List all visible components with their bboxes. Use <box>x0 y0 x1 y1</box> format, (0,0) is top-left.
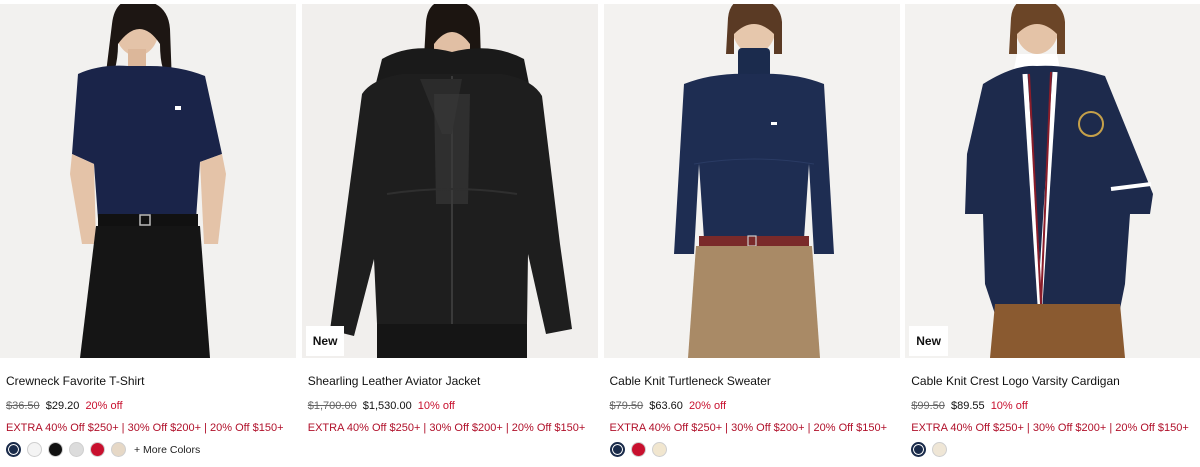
color-swatch-ivory[interactable] <box>932 442 948 457</box>
new-badge: New <box>909 326 948 356</box>
product-image[interactable] <box>0 4 296 358</box>
color-swatches <box>911 442 948 457</box>
color-swatch-beige[interactable] <box>111 442 126 457</box>
discount-label: 10% off <box>417 400 455 412</box>
promo-text: EXTRA 40% Off $250+ | 30% Off $200+ | 20… <box>609 422 888 434</box>
product-image[interactable] <box>603 4 900 358</box>
product-name[interactable]: Crewneck Favorite T-Shirt <box>6 374 145 388</box>
promo-text: EXTRA 40% Off $250+ | 30% Off $200+ | 20… <box>911 422 1189 434</box>
color-swatch-light-grey[interactable] <box>69 442 84 457</box>
color-swatches <box>609 442 667 457</box>
original-price: $99.50 <box>911 400 945 412</box>
discount-label: 20% off <box>688 400 727 412</box>
promo-text: EXTRA 40% Off $250+ | 30% Off $200+ | 20… <box>307 422 586 434</box>
color-swatch-black[interactable] <box>48 442 63 457</box>
more-colors-link[interactable]: + More Colors <box>134 444 200 456</box>
product-card[interactable]: New Cable Knit Crest Logo Varsity Cardig… <box>905 0 1200 467</box>
product-price: $79.50 $63.60 20% off <box>610 400 727 412</box>
product-name[interactable]: Cable Knit Crest Logo Varsity Cardigan <box>911 374 1120 388</box>
new-badge: New <box>305 326 345 356</box>
color-swatches: + More Colors <box>6 442 200 457</box>
sale-price: $1,530.00 <box>362 400 412 412</box>
product-price: $99.50 $89.55 10% off <box>911 400 1028 412</box>
original-price: $1,700.00 <box>307 400 357 412</box>
product-card[interactable]: Crewneck Favorite T-Shirt $36.50 $29.20 … <box>0 0 296 467</box>
product-name[interactable]: Cable Knit Turtleneck Sweater <box>610 374 771 388</box>
discount-label: 20% off <box>85 400 123 412</box>
product-image[interactable]: New <box>301 4 598 358</box>
sale-price: $89.55 <box>950 400 985 412</box>
color-swatch-navy[interactable] <box>6 442 21 457</box>
product-card[interactable]: Cable Knit Turtleneck Sweater $79.50 $63… <box>603 0 900 467</box>
sale-price: $63.60 <box>649 400 683 412</box>
color-swatch-red[interactable] <box>630 442 646 457</box>
discount-label: 10% off <box>990 400 1028 412</box>
original-price: $36.50 <box>6 400 40 412</box>
product-card[interactable]: New Shearling Leather Aviator Jacket $1,… <box>301 0 598 467</box>
sale-price: $29.20 <box>45 400 80 412</box>
product-price: $36.50 $29.20 20% off <box>6 400 123 412</box>
color-swatch-navy[interactable] <box>911 442 927 457</box>
color-swatch-white[interactable] <box>27 442 42 457</box>
product-name[interactable]: Shearling Leather Aviator Jacket <box>308 374 481 388</box>
original-price: $79.50 <box>609 400 644 412</box>
color-swatch-red[interactable] <box>90 442 105 457</box>
promo-text: EXTRA 40% Off $250+ | 30% Off $200+ | 20… <box>6 422 284 434</box>
color-swatch-navy[interactable] <box>609 442 625 457</box>
product-price: $1,700.00 $1,530.00 10% off <box>308 400 455 412</box>
product-grid: Crewneck Favorite T-Shirt $36.50 $29.20 … <box>0 0 1200 467</box>
color-swatch-cream[interactable] <box>651 442 667 457</box>
product-image[interactable]: New <box>905 4 1200 358</box>
